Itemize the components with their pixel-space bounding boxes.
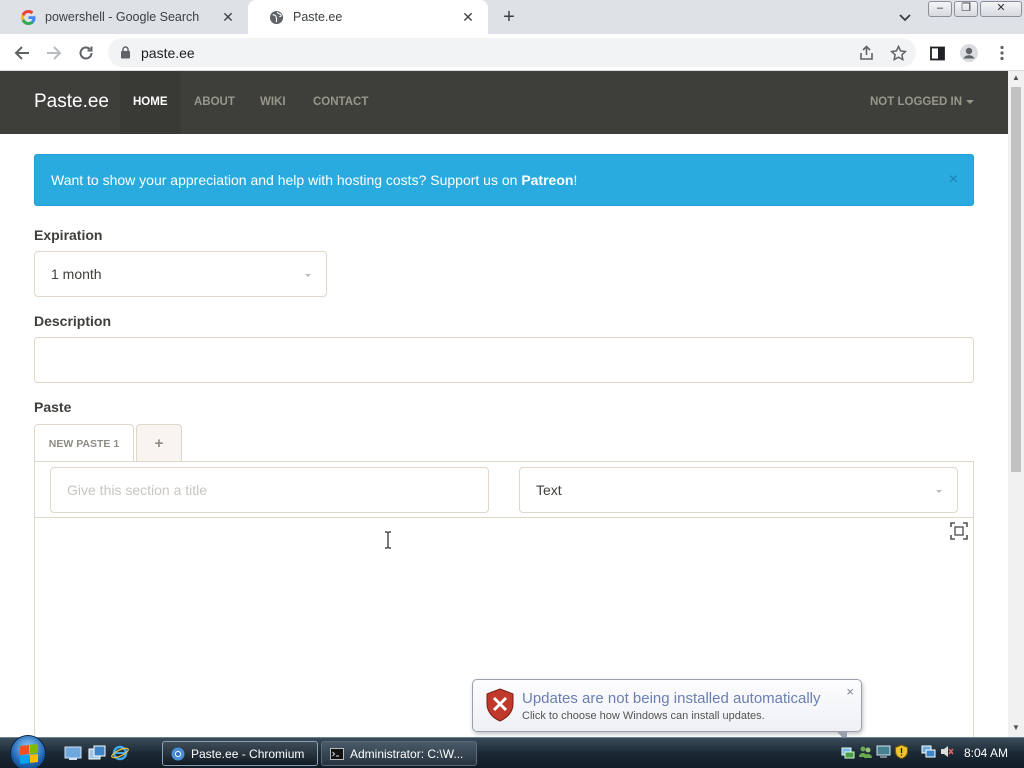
nav-about[interactable]: ABOUT — [181, 71, 248, 134]
lock-icon — [120, 46, 131, 59]
profile-avatar-icon[interactable] — [959, 43, 979, 63]
scroll-up-arrow-icon[interactable]: ▲ — [1008, 71, 1024, 85]
tab-title: Paste.ee — [293, 10, 343, 24]
chromium-icon — [171, 747, 185, 761]
address-bar[interactable]: paste.ee — [108, 38, 916, 67]
notification-title: Updates are not being installed automati… — [522, 690, 821, 707]
browser-tab-strip: powershell - Google Search ✕ Paste.ee ✕ … — [0, 0, 1024, 34]
expiration-label: Expiration — [34, 227, 103, 243]
system-tray — [840, 744, 954, 760]
minimize-button[interactable]: – — [928, 1, 952, 17]
syntax-select[interactable]: Text — [519, 467, 958, 513]
section-title-placeholder: Give this section a title — [67, 482, 208, 498]
nav-contact[interactable]: CONTACT — [300, 71, 381, 134]
menu-kebab-icon[interactable] — [992, 43, 1012, 63]
page-scrollbar[interactable]: ▲ ▼ — [1008, 71, 1024, 737]
nav-wiki[interactable]: WIKI — [247, 71, 299, 134]
alert-suffix: ! — [573, 172, 578, 188]
url-text: paste.ee — [141, 44, 195, 61]
taskbar-item-cmd[interactable]: Administrator: C:\W... — [321, 741, 477, 766]
section-title-input[interactable]: Give this section a title — [50, 467, 489, 513]
paste-label: Paste — [34, 399, 72, 415]
paste-tab-new-paste-1[interactable]: NEW PASTE 1 — [34, 424, 134, 462]
scrollbar-thumb[interactable] — [1011, 87, 1021, 472]
tab-search-chevron-icon[interactable] — [896, 8, 914, 26]
back-arrow-icon[interactable] — [11, 42, 33, 64]
switch-windows-icon[interactable] — [88, 745, 106, 761]
tab-title: powershell - Google Search — [45, 10, 200, 24]
forward-arrow-icon[interactable] — [43, 42, 65, 64]
description-label: Description — [34, 313, 112, 329]
tab-google-search[interactable]: powershell - Google Search ✕ — [0, 0, 248, 34]
dropdown-arrow-icon — [936, 490, 942, 493]
notification-body: Click to choose how Windows can install … — [522, 710, 765, 722]
network-icon[interactable] — [840, 744, 855, 759]
google-icon — [20, 9, 36, 25]
paste-section-header: Give this section a title Text — [35, 462, 973, 518]
reload-icon[interactable] — [75, 42, 97, 64]
taskbar-clock[interactable]: 8:04 AM — [964, 746, 1008, 760]
account-dropdown[interactable]: NOT LOGGED IN — [870, 71, 974, 134]
start-button[interactable] — [10, 735, 46, 768]
tab-paste-ee[interactable]: Paste.ee ✕ — [248, 0, 488, 34]
users-icon[interactable] — [858, 744, 873, 759]
restore-button[interactable]: ❐ — [954, 1, 978, 17]
account-label: NOT LOGGED IN — [870, 96, 962, 108]
update-notification-balloon[interactable]: Updates are not being installed automati… — [472, 679, 862, 742]
site-brand[interactable]: Paste.ee — [34, 91, 109, 113]
caret-down-icon — [966, 99, 974, 104]
side-panel-icon[interactable] — [927, 43, 947, 63]
description-input[interactable] — [34, 337, 974, 383]
show-desktop-icon[interactable] — [64, 745, 82, 761]
security-warning-icon[interactable] — [894, 744, 909, 760]
windows-taskbar: Paste.ee - Chromium Administrator: C:\W.… — [0, 735, 1024, 768]
syntax-value: Text — [536, 482, 562, 498]
volume-muted-icon[interactable] — [939, 744, 954, 759]
display-icon[interactable] — [876, 744, 891, 759]
notification-close-icon[interactable]: × — [846, 684, 854, 699]
dropdown-arrow-icon — [305, 274, 311, 277]
alert-close-icon[interactable]: × — [949, 155, 958, 205]
scroll-down-arrow-icon[interactable]: ▼ — [1008, 721, 1024, 735]
security-shield-error-icon — [485, 688, 515, 722]
task-label: Paste.ee - Chromium — [191, 746, 305, 761]
taskbar-item-chromium[interactable]: Paste.ee - Chromium — [162, 741, 318, 766]
command-prompt-icon — [330, 747, 344, 761]
tray-spacer — [912, 744, 918, 759]
text-cursor-icon — [383, 531, 393, 549]
windows-logo-icon — [20, 744, 38, 764]
network-connection-icon[interactable] — [921, 744, 936, 759]
patreon-link[interactable]: Patreon — [521, 172, 573, 188]
share-icon[interactable] — [856, 43, 876, 63]
patreon-alert: Want to show your appreciation and help … — [34, 154, 974, 206]
nav-home[interactable]: HOME — [120, 71, 181, 134]
site-navbar: Paste.ee HOME ABOUT WIKI CONTACT NOT LOG… — [0, 71, 1008, 134]
tab-close-icon[interactable]: ✕ — [460, 9, 476, 26]
globe-icon — [268, 9, 284, 25]
close-window-button[interactable]: ✕ — [980, 1, 1022, 17]
alert-text: Want to show your appreciation and help … — [51, 172, 522, 188]
bookmark-star-icon[interactable] — [888, 43, 908, 63]
tab-close-icon[interactable]: ✕ — [220, 9, 236, 26]
task-label: Administrator: C:\W... — [350, 746, 464, 761]
internet-explorer-icon[interactable] — [111, 745, 129, 761]
expiration-select[interactable]: 1 month — [34, 251, 327, 297]
page-viewport: Paste.ee HOME ABOUT WIKI CONTACT NOT LOG… — [0, 71, 1008, 737]
expiration-value: 1 month — [51, 266, 102, 282]
window-controls: – ❐ ✕ — [928, 1, 1022, 17]
add-paste-tab-button[interactable]: + — [136, 424, 182, 461]
new-tab-button[interactable]: + — [498, 6, 520, 28]
browser-toolbar: paste.ee — [0, 34, 1024, 71]
